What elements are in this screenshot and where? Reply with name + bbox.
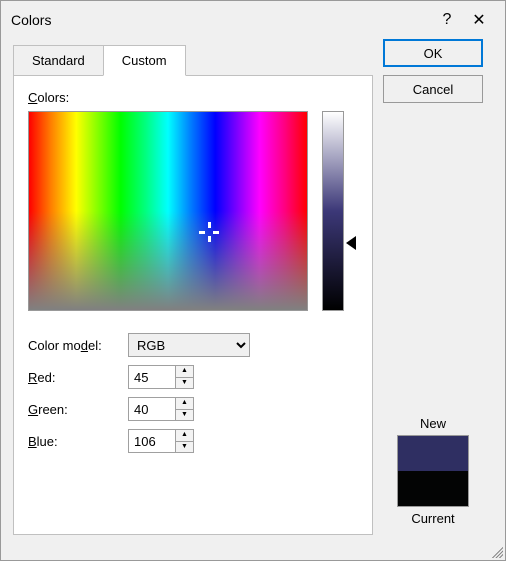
- help-icon[interactable]: ?: [431, 11, 463, 29]
- form: Color model: RGB Red: ▲ ▼: [28, 333, 358, 453]
- blue-spinner: ▲ ▼: [128, 429, 194, 453]
- blue-spin-down-icon[interactable]: ▼: [176, 442, 193, 453]
- green-spin-up-icon[interactable]: ▲: [176, 398, 193, 410]
- dialog-content: Standard Custom Colors: Color model: RGB: [1, 39, 505, 560]
- tab-custom[interactable]: Custom: [103, 45, 186, 76]
- blue-input[interactable]: [128, 429, 176, 453]
- row-model: Color model: RGB: [28, 333, 358, 357]
- red-spin-up-icon[interactable]: ▲: [176, 366, 193, 378]
- title-bar: Colors ? ✕: [1, 1, 505, 39]
- tabs: Standard Custom: [13, 45, 373, 76]
- dialog-title: Colors: [11, 12, 431, 28]
- blue-spin-buttons: ▲ ▼: [176, 429, 194, 453]
- row-green: Green: ▲ ▼: [28, 397, 358, 421]
- green-input[interactable]: [128, 397, 176, 421]
- preview-area: New Current: [397, 412, 469, 530]
- luminance-column: [322, 111, 356, 311]
- red-spinner: ▲ ▼: [128, 365, 194, 389]
- preview-current-color: [398, 471, 468, 506]
- resize-grip-icon[interactable]: [489, 544, 503, 558]
- red-spin-buttons: ▲ ▼: [176, 365, 194, 389]
- tab-panel-custom: Colors: Color model: RGB Red: [13, 75, 373, 535]
- current-label: Current: [397, 511, 469, 526]
- color-model-select[interactable]: RGB: [128, 333, 250, 357]
- colors-label: Colors:: [28, 90, 69, 105]
- new-label: New: [397, 416, 469, 431]
- luminance-bar[interactable]: [322, 111, 344, 311]
- color-spectrum[interactable]: [28, 111, 308, 311]
- green-label: Green:: [28, 402, 128, 417]
- red-input[interactable]: [128, 365, 176, 389]
- red-label: Red:: [28, 370, 128, 385]
- picker-row: [28, 111, 358, 311]
- left-panel: Standard Custom Colors: Color model: RGB: [13, 39, 373, 548]
- green-spin-buttons: ▲ ▼: [176, 397, 194, 421]
- blue-spin-up-icon[interactable]: ▲: [176, 430, 193, 442]
- red-spin-down-icon[interactable]: ▼: [176, 378, 193, 389]
- right-panel: OK Cancel New Current: [373, 39, 493, 548]
- preview-new-color: [398, 436, 468, 471]
- luminance-arrow-icon[interactable]: [346, 236, 356, 250]
- blue-label: Blue:: [28, 434, 128, 449]
- row-red: Red: ▲ ▼: [28, 365, 358, 389]
- close-icon[interactable]: ✕: [463, 10, 495, 30]
- ok-button[interactable]: OK: [383, 39, 483, 67]
- tab-standard[interactable]: Standard: [13, 45, 103, 76]
- preview-box: [397, 435, 469, 507]
- crosshair-icon: [199, 222, 219, 242]
- green-spinner: ▲ ▼: [128, 397, 194, 421]
- cancel-button[interactable]: Cancel: [383, 75, 483, 103]
- row-blue: Blue: ▲ ▼: [28, 429, 358, 453]
- model-label: Color model:: [28, 338, 128, 353]
- green-spin-down-icon[interactable]: ▼: [176, 410, 193, 421]
